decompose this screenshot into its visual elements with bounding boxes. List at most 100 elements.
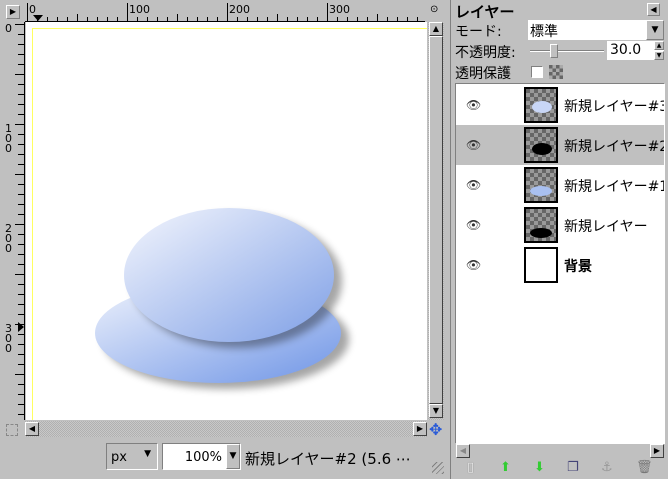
eye-icon[interactable]: 👁: [466, 98, 481, 112]
panel-menu-button[interactable]: ◀: [647, 3, 660, 16]
ruler-tick: [18, 164, 24, 165]
unit-select[interactable]: px ▼: [106, 443, 158, 470]
layer-row[interactable]: 👁 新規レイヤー: [456, 205, 664, 245]
mode-select[interactable]: 標準 ▼: [528, 20, 664, 40]
zoom-select[interactable]: 100% ▼: [162, 443, 241, 470]
eye-icon[interactable]: 👁: [466, 218, 481, 232]
menu-button[interactable]: ▶: [6, 5, 20, 19]
layer-name: 新規レイヤー#3: [564, 99, 665, 115]
layer-row[interactable]: 👁 新規レイヤー#1: [456, 165, 664, 205]
scroll-thumb[interactable]: [429, 36, 443, 404]
navigate-icon[interactable]: ✥: [429, 420, 442, 439]
ruler-tick: [177, 14, 178, 21]
layer-name: 背景: [564, 259, 592, 275]
ruler-tick: [27, 14, 28, 21]
ruler-tick: [18, 414, 24, 415]
layer-name: 新規レイヤー#1: [564, 179, 665, 195]
alpha-icon: [549, 65, 563, 79]
panel-title: レイヤー: [455, 3, 515, 21]
layer-list[interactable]: 👁 新規レイヤー#3 👁 新規レイヤー#2 👁 新規レイヤー#1 👁 新規レイヤー 👁 背景: [455, 83, 665, 444]
ruler-tick: [277, 14, 278, 21]
ruler-tick: [18, 344, 24, 345]
opacity-slider-handle[interactable]: [549, 44, 558, 58]
vertical-ruler[interactable]: 0 100 200 300: [3, 22, 25, 420]
ruler-tick: [18, 64, 24, 65]
ruler-tick: [15, 274, 24, 275]
scroll-down-button[interactable]: ▼: [429, 404, 443, 418]
lower-layer-icon[interactable]: ⬇: [534, 460, 545, 475]
ruler-tick: [18, 114, 24, 115]
ruler-tick: [18, 204, 24, 205]
horizontal-ruler[interactable]: 0 100 200 300: [25, 3, 425, 22]
ruler-tick: [18, 314, 24, 315]
status-message: 新規レイヤー#2 (5.6 ⋯: [245, 450, 411, 468]
lock-label: 透明保護: [455, 66, 511, 82]
ruler-label: 100: [5, 122, 12, 155]
ruler-tick: [18, 304, 24, 305]
anchor-layer-icon[interactable]: ⚓: [601, 460, 613, 475]
eye-icon[interactable]: 👁: [466, 178, 481, 192]
ruler-label: 200: [5, 222, 12, 255]
ruler-tick: [18, 354, 24, 355]
ruler-label: 0: [5, 22, 12, 35]
ruler-tick: [227, 14, 228, 21]
layer-thumbnail: [524, 207, 558, 243]
eye-icon[interactable]: 👁: [466, 258, 481, 272]
ruler-tick: [18, 294, 24, 295]
ruler-tick: [18, 44, 24, 45]
ruler-tick: [15, 74, 24, 75]
ruler-label: 200: [229, 3, 250, 16]
zoom-toggle-icon[interactable]: ⊙: [430, 4, 444, 18]
scroll-left-button[interactable]: ◀: [25, 422, 39, 436]
ellipse-top: [124, 208, 334, 342]
layer-name: 新規レイヤー#2: [564, 139, 665, 155]
layer-thumbnail: [524, 247, 558, 283]
ruler-tick: [18, 54, 24, 55]
ruler-tick: [327, 14, 328, 21]
scroll-up-button[interactable]: ▲: [429, 22, 443, 36]
layer-row[interactable]: 👁 新規レイヤー#2: [456, 125, 664, 165]
layer-row[interactable]: 👁 新規レイヤー#3: [456, 85, 664, 125]
ruler-tick: [18, 184, 24, 185]
lock-alpha-checkbox[interactable]: [531, 66, 543, 78]
quick-mask-icon[interactable]: [6, 424, 18, 436]
opacity-spinbox[interactable]: 30.0 ▲ ▼: [607, 41, 664, 60]
ruler-tick: [18, 254, 24, 255]
delete-layer-icon[interactable]: 🗑: [636, 460, 653, 475]
scroll-right-button[interactable]: ▶: [413, 422, 427, 436]
horizontal-scrollbar[interactable]: ◀ ▶: [25, 421, 427, 437]
ruler-tick: [18, 34, 24, 35]
ruler-tick: [18, 194, 24, 195]
scroll-left-button[interactable]: ◀: [456, 444, 470, 458]
vertical-scrollbar[interactable]: ▲ ▼: [428, 22, 444, 420]
mode-value: 標準: [530, 24, 558, 40]
pointer-marker-icon: [33, 15, 43, 21]
zoom-value: 100%: [184, 450, 222, 465]
scroll-right-button[interactable]: ▶: [650, 444, 664, 458]
layer-name: 新規レイヤー: [564, 219, 648, 235]
ruler-tick: [18, 214, 24, 215]
raise-layer-icon[interactable]: ⬆: [500, 460, 511, 475]
image-content: [95, 208, 349, 389]
ruler-label: 300: [329, 3, 350, 16]
ruler-tick: [15, 124, 24, 125]
ruler-tick: [77, 14, 78, 21]
ruler-tick: [18, 84, 24, 85]
ruler-label: 300: [5, 322, 12, 355]
ruler-tick: [18, 134, 24, 135]
resize-grip-icon[interactable]: [432, 462, 444, 474]
eye-icon[interactable]: 👁: [466, 138, 481, 152]
ruler-tick: [18, 94, 24, 95]
unit-value: px: [111, 450, 127, 465]
ruler-tick: [18, 234, 24, 235]
canvas[interactable]: [26, 22, 427, 420]
ruler-tick: [18, 334, 24, 335]
layer-list-hscroll[interactable]: ◀ ▶: [456, 443, 664, 458]
layer-row[interactable]: 👁 背景: [456, 245, 664, 285]
new-layer-icon[interactable]: ▯: [467, 460, 474, 475]
duplicate-layer-icon[interactable]: ❐: [567, 460, 579, 475]
ruler-label: 100: [129, 3, 150, 16]
ruler-tick: [18, 154, 24, 155]
opacity-slider[interactable]: [530, 44, 604, 58]
layer-thumbnail: [524, 127, 558, 163]
